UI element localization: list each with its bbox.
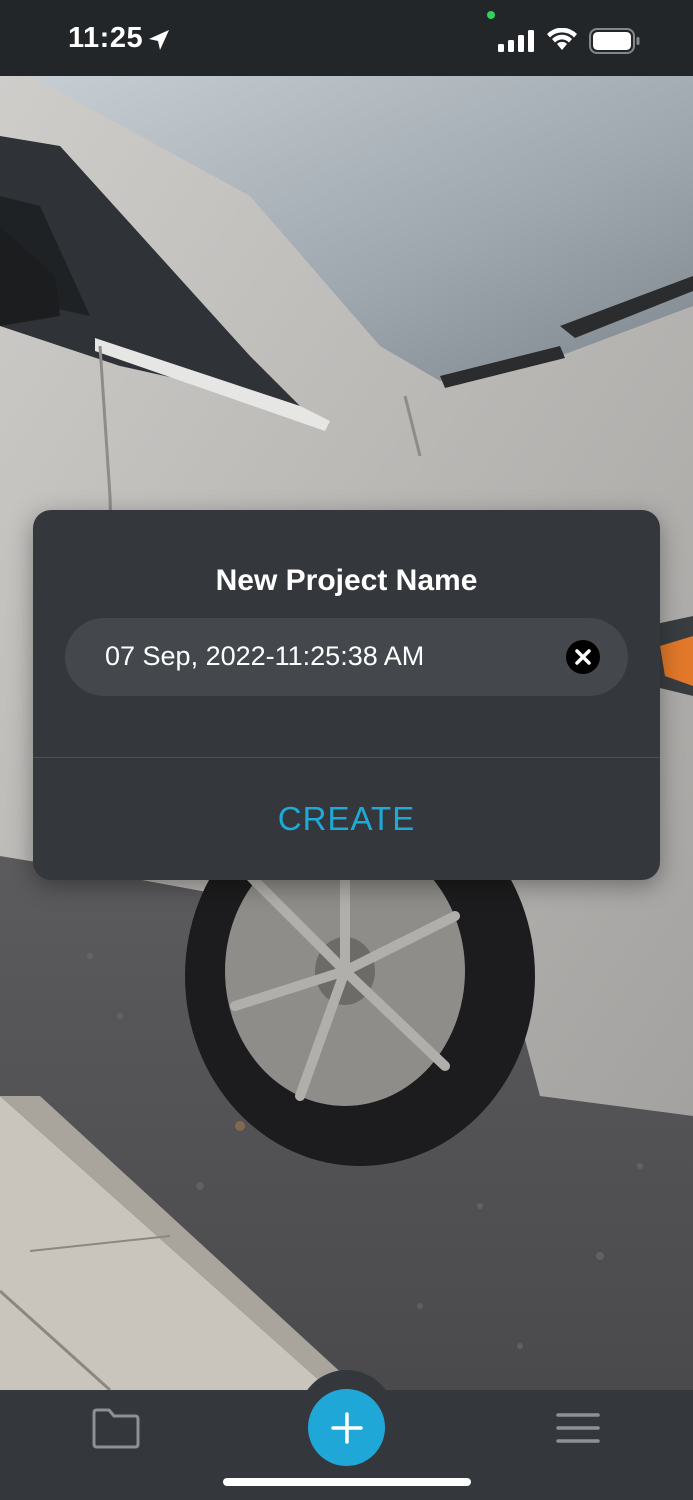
plus-icon	[330, 1411, 363, 1444]
add-button[interactable]	[308, 1389, 385, 1466]
location-arrow-icon	[149, 30, 169, 50]
dialog-title: New Project Name	[215, 564, 478, 597]
battery-icon	[589, 28, 640, 54]
home-indicator	[223, 1478, 471, 1486]
menu-button[interactable]	[555, 1410, 601, 1446]
cellular-signal-icon	[498, 30, 534, 52]
wifi-icon	[547, 28, 577, 50]
status-time: 11:25	[68, 22, 144, 54]
project-name-value[interactable]: 07 Sep, 2022-11:25:38 AM	[105, 641, 424, 672]
privacy-indicator-dot	[487, 11, 495, 19]
projects-folder-button[interactable]	[90, 1405, 142, 1451]
hamburger-menu-icon	[556, 1413, 600, 1443]
status-bar: 11:25	[0, 0, 693, 76]
clear-input-button[interactable]	[566, 640, 600, 674]
project-name-input[interactable]: 07 Sep, 2022-11:25:38 AM	[65, 618, 628, 696]
new-project-dialog: New Project Name 07 Sep, 2022-11:25:38 A…	[33, 510, 660, 880]
create-button[interactable]: CREATE	[33, 758, 660, 880]
folder-icon	[92, 1408, 140, 1449]
clear-x-icon	[575, 649, 591, 665]
